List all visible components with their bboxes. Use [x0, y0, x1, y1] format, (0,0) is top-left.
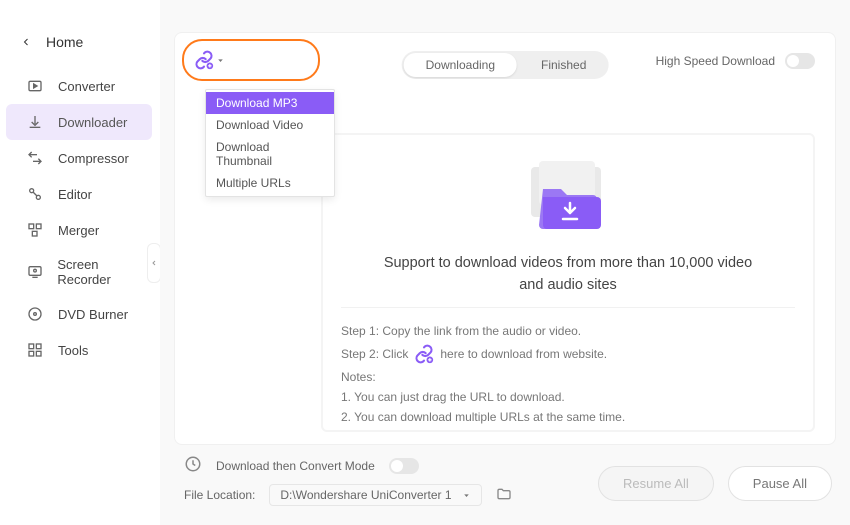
sidebar-item-label: Merger	[58, 223, 99, 238]
sidebar-item-label: Downloader	[58, 115, 127, 130]
file-location-select[interactable]: D:\Wondershare UniConverter 1	[269, 484, 481, 506]
sidebar-item-dvd-burner[interactable]: DVD Burner	[6, 296, 152, 332]
high-speed-label: High Speed Download	[656, 54, 775, 68]
sidebar-item-merger[interactable]: Merger	[6, 212, 152, 248]
home-label: Home	[46, 34, 83, 50]
sidebar-item-downloader[interactable]: Downloader	[6, 104, 152, 140]
home-nav[interactable]: Home	[0, 24, 158, 68]
link-plus-icon	[194, 50, 214, 70]
sidebar-item-label: DVD Burner	[58, 307, 128, 322]
sidebar-item-label: Screen Recorder	[57, 257, 152, 287]
convert-mode-label: Download then Convert Mode	[216, 459, 375, 473]
download-type-dropdown: Download MP3 Download Video Download Thu…	[205, 89, 335, 197]
chevron-down-icon	[216, 56, 225, 65]
file-location-label: File Location:	[184, 488, 255, 502]
sidebar: Home Converter Downloader Compressor Edi…	[0, 0, 158, 525]
chevron-down-icon	[462, 491, 471, 500]
sidebar-item-label: Converter	[58, 79, 115, 94]
note-1: 1. You can just drag the URL to download…	[341, 390, 795, 404]
main-card: Download MP3 Download Video Download Thu…	[174, 32, 836, 445]
file-location-value: D:\Wondershare UniConverter 1	[280, 488, 451, 502]
empty-state-panel: Support to download videos from more tha…	[321, 133, 815, 432]
empty-state-headline: Support to download videos from more tha…	[371, 253, 765, 297]
folder-illustration	[341, 159, 795, 237]
dvd-burner-icon	[26, 305, 44, 323]
dropdown-item-multiple-urls[interactable]: Multiple URLs	[206, 172, 334, 194]
schedule-icon[interactable]	[184, 455, 202, 476]
note-2: 2. You can download multiple URLs at the…	[341, 410, 795, 424]
main-panel: Download MP3 Download Video Download Thu…	[160, 0, 850, 525]
link-plus-icon	[414, 344, 434, 364]
sidebar-item-editor[interactable]: Editor	[6, 176, 152, 212]
tab-finished[interactable]: Finished	[519, 51, 608, 79]
merger-icon	[26, 221, 44, 239]
sidebar-item-compressor[interactable]: Compressor	[6, 140, 152, 176]
high-speed-toggle[interactable]	[785, 53, 815, 69]
collapse-sidebar-button[interactable]	[147, 243, 161, 283]
sidebar-item-tools[interactable]: Tools	[6, 332, 152, 368]
sidebar-item-label: Editor	[58, 187, 92, 202]
dropdown-item-mp3[interactable]: Download MP3	[206, 92, 334, 114]
step-2-text-a: Step 2: Click	[341, 347, 408, 361]
step-1-text: Step 1: Copy the link from the audio or …	[341, 324, 795, 338]
screen-recorder-icon	[26, 263, 43, 281]
download-url-button[interactable]	[191, 45, 227, 75]
dropdown-item-video[interactable]: Download Video	[206, 114, 334, 136]
sidebar-item-converter[interactable]: Converter	[6, 68, 152, 104]
tools-icon	[26, 341, 44, 359]
sidebar-item-label: Compressor	[58, 151, 129, 166]
converter-icon	[26, 77, 44, 95]
status-tabs: Downloading Finished	[402, 51, 609, 79]
dropdown-item-thumbnail[interactable]: Download Thumbnail	[206, 136, 334, 172]
step-2-text-b: here to download from website.	[440, 347, 607, 361]
convert-mode-toggle[interactable]	[389, 458, 419, 474]
tab-downloading[interactable]: Downloading	[404, 53, 517, 77]
downloader-icon	[26, 113, 44, 131]
sidebar-item-screen-recorder[interactable]: Screen Recorder	[6, 248, 152, 296]
open-folder-icon[interactable]	[496, 486, 512, 505]
notes-label: Notes:	[341, 370, 795, 384]
resume-all-button[interactable]: Resume All	[598, 466, 714, 501]
chevron-left-icon	[150, 259, 158, 267]
compressor-icon	[26, 149, 44, 167]
chevron-left-icon	[20, 36, 32, 48]
editor-icon	[26, 185, 44, 203]
pause-all-button[interactable]: Pause All	[728, 466, 832, 501]
sidebar-item-label: Tools	[58, 343, 88, 358]
